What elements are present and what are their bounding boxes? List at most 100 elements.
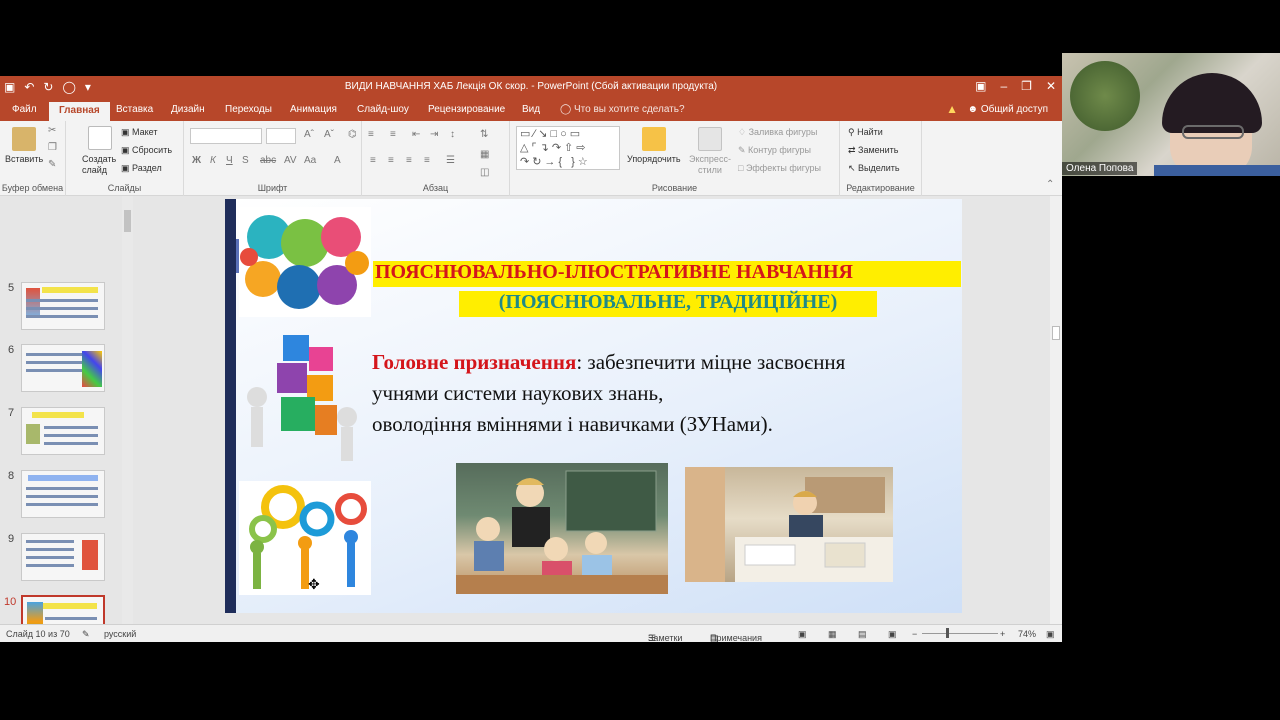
slide-thumbnail[interactable] <box>21 470 105 518</box>
decrease-indent-icon[interactable]: ⇤ <box>412 129 420 140</box>
align-text-icon[interactable]: ▦ <box>480 149 489 160</box>
quick-styles-icon[interactable] <box>698 127 722 151</box>
layout-label: Макет <box>132 127 158 137</box>
clear-format-icon[interactable]: ⌬ <box>348 129 357 140</box>
slide-thumbnail[interactable] <box>21 344 105 392</box>
bullets-icon[interactable]: ≡ <box>368 129 374 140</box>
font-name-combo[interactable] <box>190 128 262 144</box>
shape-effects-button[interactable]: □ Эффекты фигуры <box>738 163 821 173</box>
slide-thumbnail[interactable] <box>21 282 105 330</box>
quick-styles-button[interactable]: Экспресс-стили <box>688 154 732 176</box>
paste-icon[interactable] <box>12 127 36 151</box>
tab-transitions[interactable]: Переходы <box>225 104 272 115</box>
tab-file[interactable]: Файл <box>12 104 37 115</box>
tab-animation[interactable]: Анимация <box>290 104 337 115</box>
fit-slide-icon[interactable]: ▣ <box>1046 629 1055 640</box>
cut-icon[interactable]: ✂ <box>48 125 56 136</box>
share-button[interactable]: ☻ Общий доступ <box>968 104 1049 115</box>
spellcheck-icon[interactable]: ✎ <box>82 629 90 640</box>
tab-insert[interactable]: Вставка <box>116 104 153 115</box>
zoom-out-icon[interactable]: − <box>912 629 917 639</box>
group-clipboard: Вставить ✂ ❐ ✎ Буфер обмена <box>0 121 66 196</box>
new-slide-icon[interactable] <box>88 126 112 150</box>
tab-view[interactable]: Вид <box>522 104 540 115</box>
layout-button[interactable]: ▣ Макет <box>121 127 158 138</box>
shadow-icon[interactable]: S <box>242 155 249 166</box>
strikethrough-icon[interactable]: abc <box>260 155 276 166</box>
zoom-in-icon[interactable]: + <box>1000 629 1005 639</box>
zoom-level[interactable]: 74% <box>1018 629 1036 639</box>
align-right-icon[interactable]: ≡ <box>406 155 412 166</box>
paste-button[interactable]: Вставить <box>5 154 43 164</box>
zoom-slider-thumb[interactable] <box>946 628 949 638</box>
slide-title-line2[interactable]: (ПОЯСНЮВАЛЬНЕ, ТРАДИЦІЙНЕ) <box>459 291 877 317</box>
slide-title-line1[interactable]: ПОЯСНЮВАЛЬНО-ІЛЮСТРАТИВНЕ НАВЧАННЯ <box>373 261 961 287</box>
font-color-icon[interactable]: A <box>334 155 341 166</box>
gears-teamwork-image[interactable] <box>239 481 371 595</box>
group-drawing: ▭∕↘□○▭ △⌜↴↷⇧⇨ ↷↻→{ }☆ Упорядочить Экспресс… <box>510 121 840 196</box>
spacing-icon[interactable]: AV <box>284 155 297 166</box>
replace-button[interactable]: ⇄ Заменить <box>848 145 899 156</box>
education-icons-image[interactable] <box>239 207 371 317</box>
window-title: ВИДИ НАВЧАННЯ ХАБ Лекція ОК скор. - Powe… <box>344 81 718 92</box>
slideshow-view-icon[interactable]: ▣ <box>888 629 897 640</box>
puzzle-blocks-image[interactable] <box>243 327 367 467</box>
find-button[interactable]: ⚲ Найти <box>848 127 883 138</box>
case-icon[interactable]: Aa <box>304 155 316 166</box>
language-indicator[interactable]: русский <box>104 629 136 639</box>
shrink-font-icon[interactable]: Aˇ <box>324 129 334 140</box>
shape-fill-button[interactable]: ♢ Заливка фигуры <box>738 127 817 138</box>
line-spacing-icon[interactable]: ↕ <box>450 129 455 140</box>
copy-icon[interactable]: ❐ <box>48 142 57 153</box>
section-button[interactable]: ▣ Раздел <box>121 163 162 174</box>
minimize-icon[interactable]: – <box>1000 79 1007 93</box>
slide-scrollbar[interactable]: ▼ <box>1050 196 1062 624</box>
slide-thumbnail[interactable] <box>21 533 105 581</box>
columns-icon[interactable]: ☰ <box>446 155 455 166</box>
tab-slideshow[interactable]: Слайд-шоу <box>357 104 409 115</box>
bold-icon[interactable]: Ж <box>192 155 201 166</box>
increase-indent-icon[interactable]: ⇥ <box>430 129 438 140</box>
arrange-icon[interactable] <box>642 127 666 151</box>
reset-button[interactable]: ▣ Сбросить <box>121 145 172 156</box>
slide-body-text[interactable]: Головне призначення: забезпечити міцне з… <box>372 347 952 440</box>
classroom-photo-students[interactable] <box>685 467 893 582</box>
underline-icon[interactable]: Ч <box>226 155 233 166</box>
align-left-icon[interactable]: ≡ <box>370 155 376 166</box>
reading-view-icon[interactable]: ▤ <box>858 629 867 640</box>
justify-icon[interactable]: ≡ <box>424 155 430 166</box>
format-painter-icon[interactable]: ✎ <box>48 159 56 170</box>
zoom-slider[interactable] <box>922 633 998 634</box>
grow-font-icon[interactable]: Aˆ <box>304 129 314 140</box>
thumbnails-scrollbar[interactable] <box>122 196 133 624</box>
slide-sorter-icon[interactable]: ▦ <box>828 629 837 640</box>
close-icon[interactable]: ✕ <box>1046 79 1056 93</box>
align-center-icon[interactable]: ≡ <box>388 155 394 166</box>
font-size-combo[interactable] <box>266 128 296 144</box>
collapse-ribbon-icon[interactable]: ⌃ <box>1046 179 1054 190</box>
powerpoint-window: ▣ ↶ ↻ ◯ ▾ ВИДИ НАВЧАННЯ ХАБ Лекція ОК ск… <box>0 76 1062 642</box>
arrange-button[interactable]: Упорядочить <box>627 154 681 164</box>
shape-outline-button[interactable]: ✎ Контур фигуры <box>738 145 811 156</box>
slide[interactable]: ПОЯСНЮВАЛЬНО-ІЛЮСТРАТИВНЕ НАВЧАННЯ (ПОЯС… <box>225 199 962 613</box>
select-button[interactable]: ↖ Выделить <box>848 163 900 174</box>
normal-view-icon[interactable]: ▣ <box>798 629 807 640</box>
tab-review[interactable]: Рецензирование <box>428 104 505 115</box>
restore-icon[interactable]: ❐ <box>1021 79 1032 93</box>
tab-design[interactable]: Дизайн <box>171 104 205 115</box>
status-bar: Слайд 10 из 70 ✎ русский ☰ Заметки ▤ При… <box>0 624 1062 642</box>
text-direction-icon[interactable]: ⇅ <box>480 129 488 140</box>
tell-me-search[interactable]: ◯ Что вы хотите сделать? <box>560 104 685 115</box>
slide-thumbnail[interactable] <box>21 407 105 455</box>
shape-fill-label: Заливка фигуры <box>748 127 818 137</box>
new-slide-button[interactable]: Создать слайд <box>82 154 122 176</box>
warning-icon[interactable]: ▲ <box>946 102 958 116</box>
shapes-gallery[interactable]: ▭∕↘□○▭ △⌜↴↷⇧⇨ ↷↻→{ }☆ <box>516 126 620 170</box>
classroom-photo-teacher[interactable] <box>456 463 668 594</box>
slide-editing-area: ПОЯСНЮВАЛЬНО-ІЛЮСТРАТИВНЕ НАВЧАННЯ (ПОЯС… <box>135 196 1062 624</box>
italic-icon[interactable]: К <box>210 155 216 166</box>
tab-home[interactable]: Главная <box>49 102 110 121</box>
ribbon-display-icon[interactable]: ▣ <box>975 79 986 93</box>
numbering-icon[interactable]: ≡ <box>390 129 396 140</box>
smartart-icon[interactable]: ◫ <box>480 167 489 178</box>
